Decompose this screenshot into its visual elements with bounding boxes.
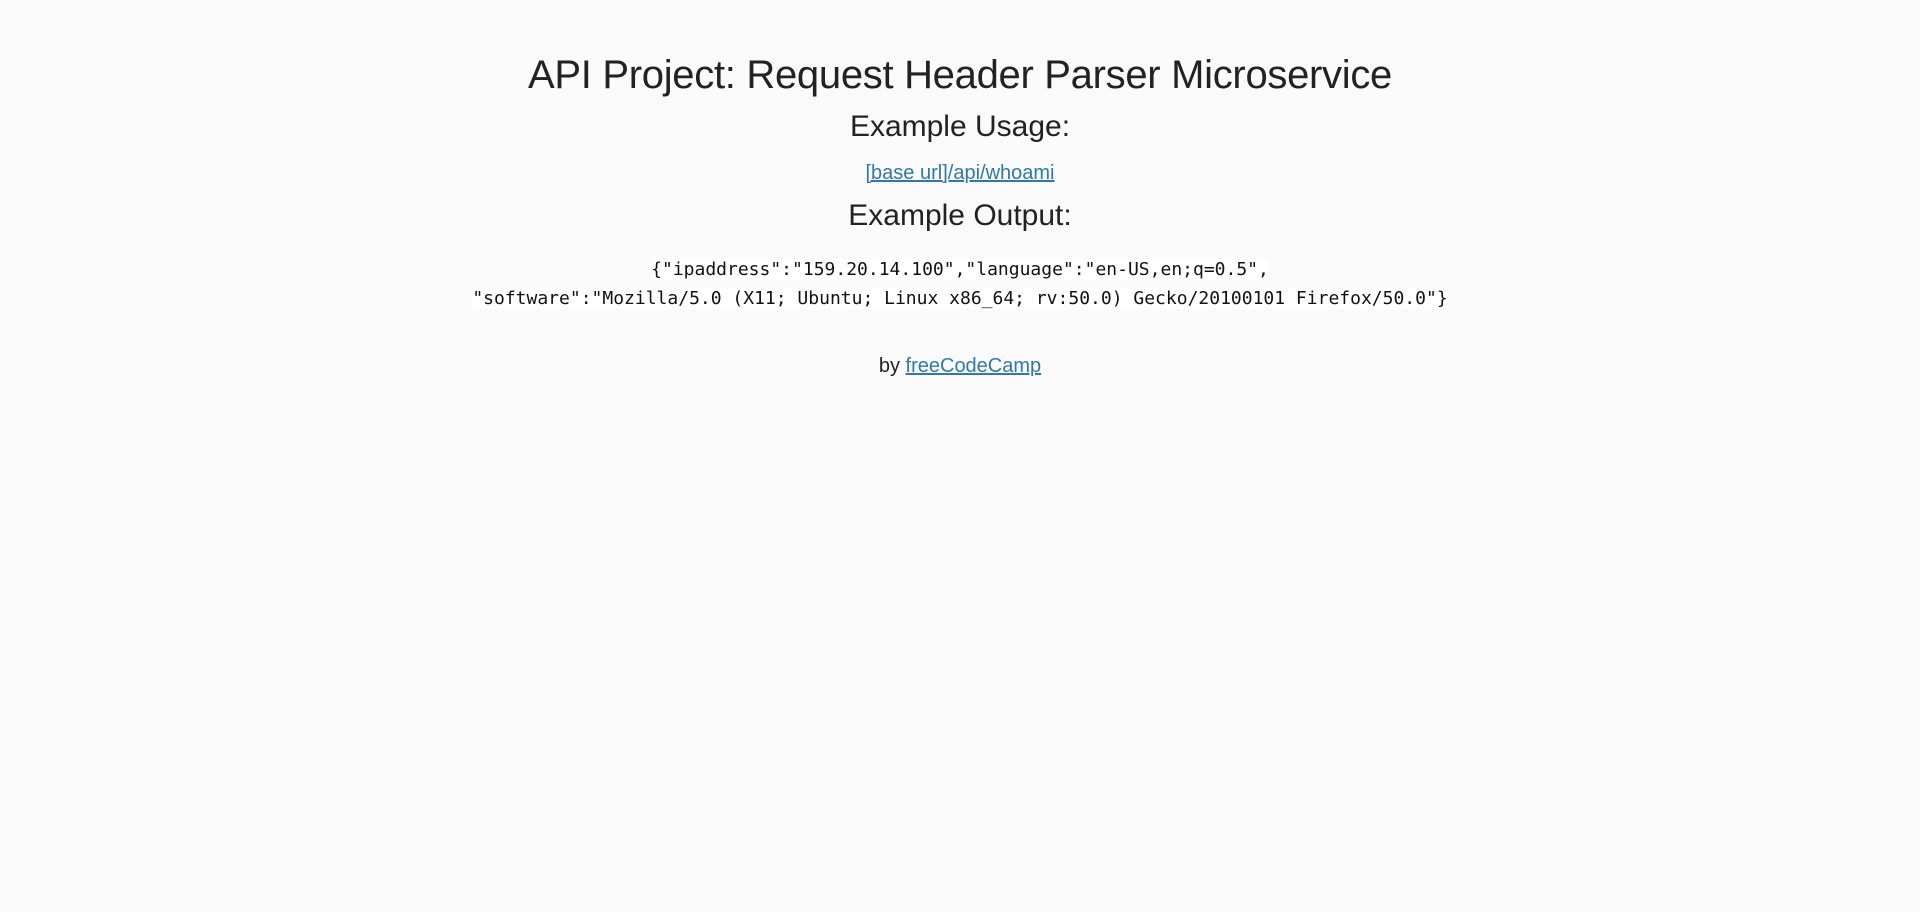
example-output: {"ipaddress":"159.20.14.100","language":… — [0, 255, 1920, 313]
freecodecamp-link[interactable]: freeCodeCamp — [906, 355, 1042, 377]
usage-example: [base url]/api/whoami — [0, 160, 1920, 186]
output-line-2: "software":"Mozilla/5.0 (X11; Ubuntu; Li… — [472, 288, 1448, 309]
footer-prefix: by — [878, 355, 900, 377]
page-title: API Project: Request Header Parser Micro… — [527, 53, 1392, 97]
output-heading: Example Output: — [848, 199, 1072, 232]
whoami-api-link[interactable]: [base url]/api/whoami — [866, 162, 1055, 184]
footer: by freeCodeCamp — [0, 353, 1920, 379]
page-container: API Project: Request Header Parser Micro… — [0, 0, 1920, 379]
output-line-1: {"ipaddress":"159.20.14.100","language":… — [651, 259, 1269, 280]
usage-heading: Example Usage: — [849, 110, 1071, 143]
